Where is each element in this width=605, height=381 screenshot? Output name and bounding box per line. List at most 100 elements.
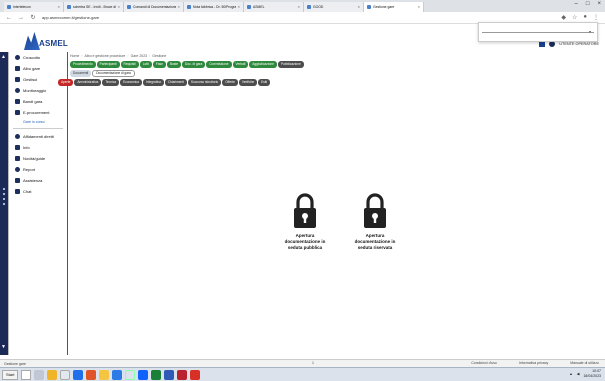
- search-app-icon[interactable]: [60, 369, 71, 380]
- sidebar-item[interactable]: Monitoraggio: [9, 85, 67, 96]
- sidebar-item-label: Report: [23, 167, 36, 172]
- breadcrumb-item[interactable]: Gestione: [152, 54, 166, 58]
- tab-pill[interactable]: Amministrativa: [74, 79, 102, 86]
- sidebar-item[interactable]: Affidamenti diretti: [9, 131, 67, 142]
- dropdown-field[interactable]: [482, 26, 594, 33]
- tab-pill[interactable]: Doc. di gara: [182, 61, 206, 68]
- tab-pill[interactable]: Lotti: [139, 61, 152, 68]
- tab-close-icon[interactable]: ×: [358, 2, 360, 12]
- browser-tab[interactable]: Gestione gare ×: [364, 2, 424, 12]
- tab-pill[interactable]: Fase: [152, 61, 166, 68]
- excel-icon[interactable]: [151, 369, 162, 380]
- tab-pill[interactable]: Aperte: [58, 79, 74, 86]
- tab-pill[interactable]: Verifiche: [238, 79, 258, 86]
- sidebar-item[interactable]: E-procurement: [9, 107, 67, 118]
- volume-icon[interactable]: ◀: [577, 372, 580, 376]
- sidebar-subitem-gare-in-corso[interactable]: Gare in corso: [9, 118, 67, 126]
- tab-close-icon[interactable]: ×: [298, 2, 300, 12]
- browser-tab[interactable]: scherba SE - Inviti - Bruce dir... ×: [64, 2, 124, 12]
- chevron-up-icon[interactable]: ▲: [1, 54, 6, 60]
- extensions-icon[interactable]: ◆: [561, 14, 566, 21]
- bookmark-star-icon[interactable]: ☆: [572, 14, 577, 21]
- taskbar-search-icon[interactable]: [21, 369, 32, 380]
- tab-pill[interactable]: Requisiti: [120, 61, 139, 68]
- tab-pill[interactable]: Documenti: [70, 70, 92, 77]
- forward-icon[interactable]: →: [18, 15, 24, 21]
- tab-pill[interactable]: Procedimento: [70, 61, 96, 68]
- envelope-pill-row: Aperte Amministrativa Tecnica Economica Inte…: [58, 79, 271, 86]
- browser-tab[interactable]: Intertelecon ×: [4, 2, 64, 12]
- maximize-icon[interactable]: □: [586, 1, 590, 7]
- pdf-icon[interactable]: [190, 369, 201, 380]
- sidebar-item[interactable]: Chat: [9, 186, 67, 197]
- autocomplete-dropdown[interactable]: ▾: [478, 22, 598, 42]
- app-icon[interactable]: [164, 369, 175, 380]
- asmel-logo[interactable]: ASMEL: [24, 30, 69, 52]
- tab-favicon-icon: [307, 5, 311, 9]
- footer-link[interactable]: Manuale di utilizzo: [570, 361, 599, 365]
- clock[interactable]: 10:07 18/04/2023: [583, 369, 601, 379]
- breadcrumb-item[interactable]: Home: [70, 54, 79, 58]
- breadcrumb-item[interactable]: Gare 2023: [131, 54, 148, 58]
- tab-pill[interactable]: Soccorso istruttorio: [187, 79, 222, 86]
- acrobat-icon[interactable]: [177, 369, 188, 380]
- tab-pill[interactable]: Tecnica: [102, 79, 120, 86]
- chrome-icon[interactable]: [99, 369, 110, 380]
- menu-dots-icon[interactable]: ⋮: [593, 14, 599, 21]
- firefox-icon[interactable]: [86, 369, 97, 380]
- tab-pill[interactable]: Verbali: [232, 61, 249, 68]
- tab-close-icon[interactable]: ×: [238, 2, 240, 12]
- browser-tab[interactable]: ASMEL ×: [244, 2, 304, 12]
- sidebar-item-label: Novità/guide: [23, 156, 46, 161]
- teams-icon[interactable]: [125, 369, 136, 380]
- tab-pill[interactable]: Esiti: [258, 79, 271, 86]
- open-private-session-card[interactable]: Apertura documentazione in seduta riserv…: [340, 192, 410, 251]
- sidebar-item[interactable]: Assistenza: [9, 175, 67, 186]
- reload-icon[interactable]: ↻: [30, 14, 36, 21]
- lock-label-private: Apertura documentazione in seduta riserv…: [340, 233, 410, 251]
- footer-links: Condizioni d'uso Informativa privacy Manua…: [471, 361, 599, 365]
- breadcrumb-item[interactable]: Albo e gestione procedure: [85, 54, 126, 58]
- chevron-down-icon[interactable]: ▾: [589, 29, 591, 34]
- tab-close-icon[interactable]: ×: [58, 2, 60, 12]
- tab-pill[interactable]: Documentazione di gara: [92, 70, 135, 77]
- close-window-icon[interactable]: ×: [597, 1, 601, 7]
- edge-icon[interactable]: [112, 369, 123, 380]
- lock-label-line: seduta riservata: [357, 245, 393, 250]
- file-explorer-icon[interactable]: [47, 369, 58, 380]
- back-icon[interactable]: ←: [6, 15, 12, 21]
- sidebar-item[interactable]: Bandi gara: [9, 96, 67, 107]
- footer-link[interactable]: Informativa privacy: [519, 361, 548, 365]
- tab-pill[interactable]: Integrativa: [142, 79, 164, 86]
- sidebar-item[interactable]: Cruscotto: [9, 52, 67, 63]
- tab-close-icon[interactable]: ×: [178, 2, 180, 12]
- tab-close-icon[interactable]: ×: [418, 2, 420, 12]
- browser-tab[interactable]: Comandi di Documentazione prove - Go...×: [124, 2, 184, 12]
- browser-tab[interactable]: Nota fabbrica - Dr. 50/ProgramC×: [184, 2, 244, 12]
- word-icon[interactable]: [138, 369, 149, 380]
- tab-pill[interactable]: Aggiudicazione: [249, 61, 277, 68]
- footer-link[interactable]: Condizioni d'uso: [471, 361, 497, 365]
- sidebar-item[interactable]: Albo gare: [9, 63, 67, 74]
- minimize-icon[interactable]: –: [575, 1, 578, 7]
- tab-close-icon[interactable]: ×: [118, 2, 120, 12]
- network-icon[interactable]: ▲: [569, 372, 572, 376]
- tab-pill[interactable]: Economica: [120, 79, 142, 86]
- sidebar-item[interactable]: Novità/guide: [9, 153, 67, 164]
- browser-tab[interactable]: GOOD ×: [304, 2, 364, 12]
- sidebar-item[interactable]: Info: [9, 142, 67, 153]
- tab-pill[interactable]: Pubblicazione: [277, 61, 304, 68]
- start-button[interactable]: Start: [2, 369, 19, 380]
- profile-icon[interactable]: ●: [583, 14, 587, 21]
- task-view-icon[interactable]: [34, 369, 45, 380]
- open-public-session-card[interactable]: Apertura documentazione in seduta pubbli…: [270, 192, 340, 251]
- tab-pill[interactable]: Offerte: [222, 79, 238, 86]
- tab-pill[interactable]: Partecipanti: [96, 61, 120, 68]
- outlook-icon[interactable]: [73, 369, 84, 380]
- chevron-down-icon[interactable]: ▼: [1, 344, 6, 350]
- url-field[interactable]: app.asmecomm.it/gestione-gare: [42, 15, 99, 20]
- tab-pill[interactable]: Commissione: [206, 61, 232, 68]
- tab-pill[interactable]: Buste: [166, 61, 182, 68]
- sidebar-item[interactable]: Report: [9, 164, 67, 175]
- tab-pill[interactable]: Chiarimenti: [164, 79, 187, 86]
